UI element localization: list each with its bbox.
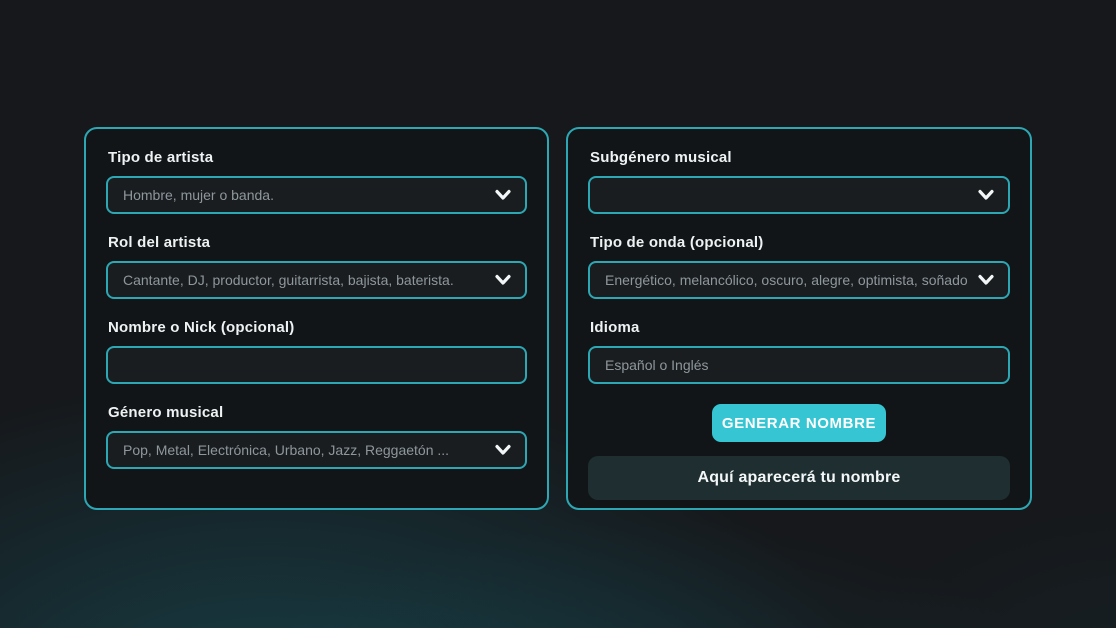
name-nick-input[interactable] <box>106 346 527 384</box>
artist-type-placeholder: Hombre, mujer o banda. <box>123 187 485 203</box>
music-genre-group: Género musical Pop, Metal, Electrónica, … <box>106 404 527 469</box>
artist-role-select[interactable]: Cantante, DJ, productor, guitarrista, ba… <box>106 261 527 299</box>
chevron-down-icon <box>495 189 511 201</box>
artist-type-group: Tipo de artista Hombre, mujer o banda. <box>106 149 527 214</box>
language-label: Idioma <box>588 319 1010 336</box>
chevron-down-icon <box>495 444 511 456</box>
chevron-down-icon <box>495 274 511 286</box>
language-group: Idioma <box>588 319 1010 384</box>
artist-role-placeholder: Cantante, DJ, productor, guitarrista, ba… <box>123 272 485 288</box>
artist-type-label: Tipo de artista <box>106 149 527 166</box>
language-input[interactable] <box>588 346 1010 384</box>
result-display: Aquí aparecerá tu nombre <box>588 456 1010 500</box>
artist-form-panel-left: Tipo de artista Hombre, mujer o banda. R… <box>84 127 549 510</box>
artist-form-panel-right: Subgénero musical Tipo de onda (opcional… <box>566 127 1032 510</box>
artist-role-label: Rol del artista <box>106 234 527 251</box>
music-genre-label: Género musical <box>106 404 527 421</box>
chevron-down-icon <box>978 274 994 286</box>
vibe-type-group: Tipo de onda (opcional) Energético, mela… <box>588 234 1010 299</box>
vibe-type-label: Tipo de onda (opcional) <box>588 234 1010 251</box>
name-nick-label: Nombre o Nick (opcional) <box>106 319 527 336</box>
chevron-down-icon <box>978 189 994 201</box>
subgenre-label: Subgénero musical <box>588 149 1010 166</box>
vibe-type-select[interactable]: Energético, melancólico, oscuro, alegre,… <box>588 261 1010 299</box>
artist-role-group: Rol del artista Cantante, DJ, productor,… <box>106 234 527 299</box>
result-placeholder-text: Aquí aparecerá tu nombre <box>697 469 900 487</box>
generate-name-button[interactable]: GENERAR NOMBRE <box>712 404 886 442</box>
subgenre-group: Subgénero musical <box>588 149 1010 214</box>
subgenre-select[interactable] <box>588 176 1010 214</box>
name-nick-group: Nombre o Nick (opcional) <box>106 319 527 384</box>
artist-type-select[interactable]: Hombre, mujer o banda. <box>106 176 527 214</box>
vibe-type-placeholder: Energético, melancólico, oscuro, alegre,… <box>605 272 968 288</box>
music-genre-placeholder: Pop, Metal, Electrónica, Urbano, Jazz, R… <box>123 442 485 458</box>
music-genre-select[interactable]: Pop, Metal, Electrónica, Urbano, Jazz, R… <box>106 431 527 469</box>
